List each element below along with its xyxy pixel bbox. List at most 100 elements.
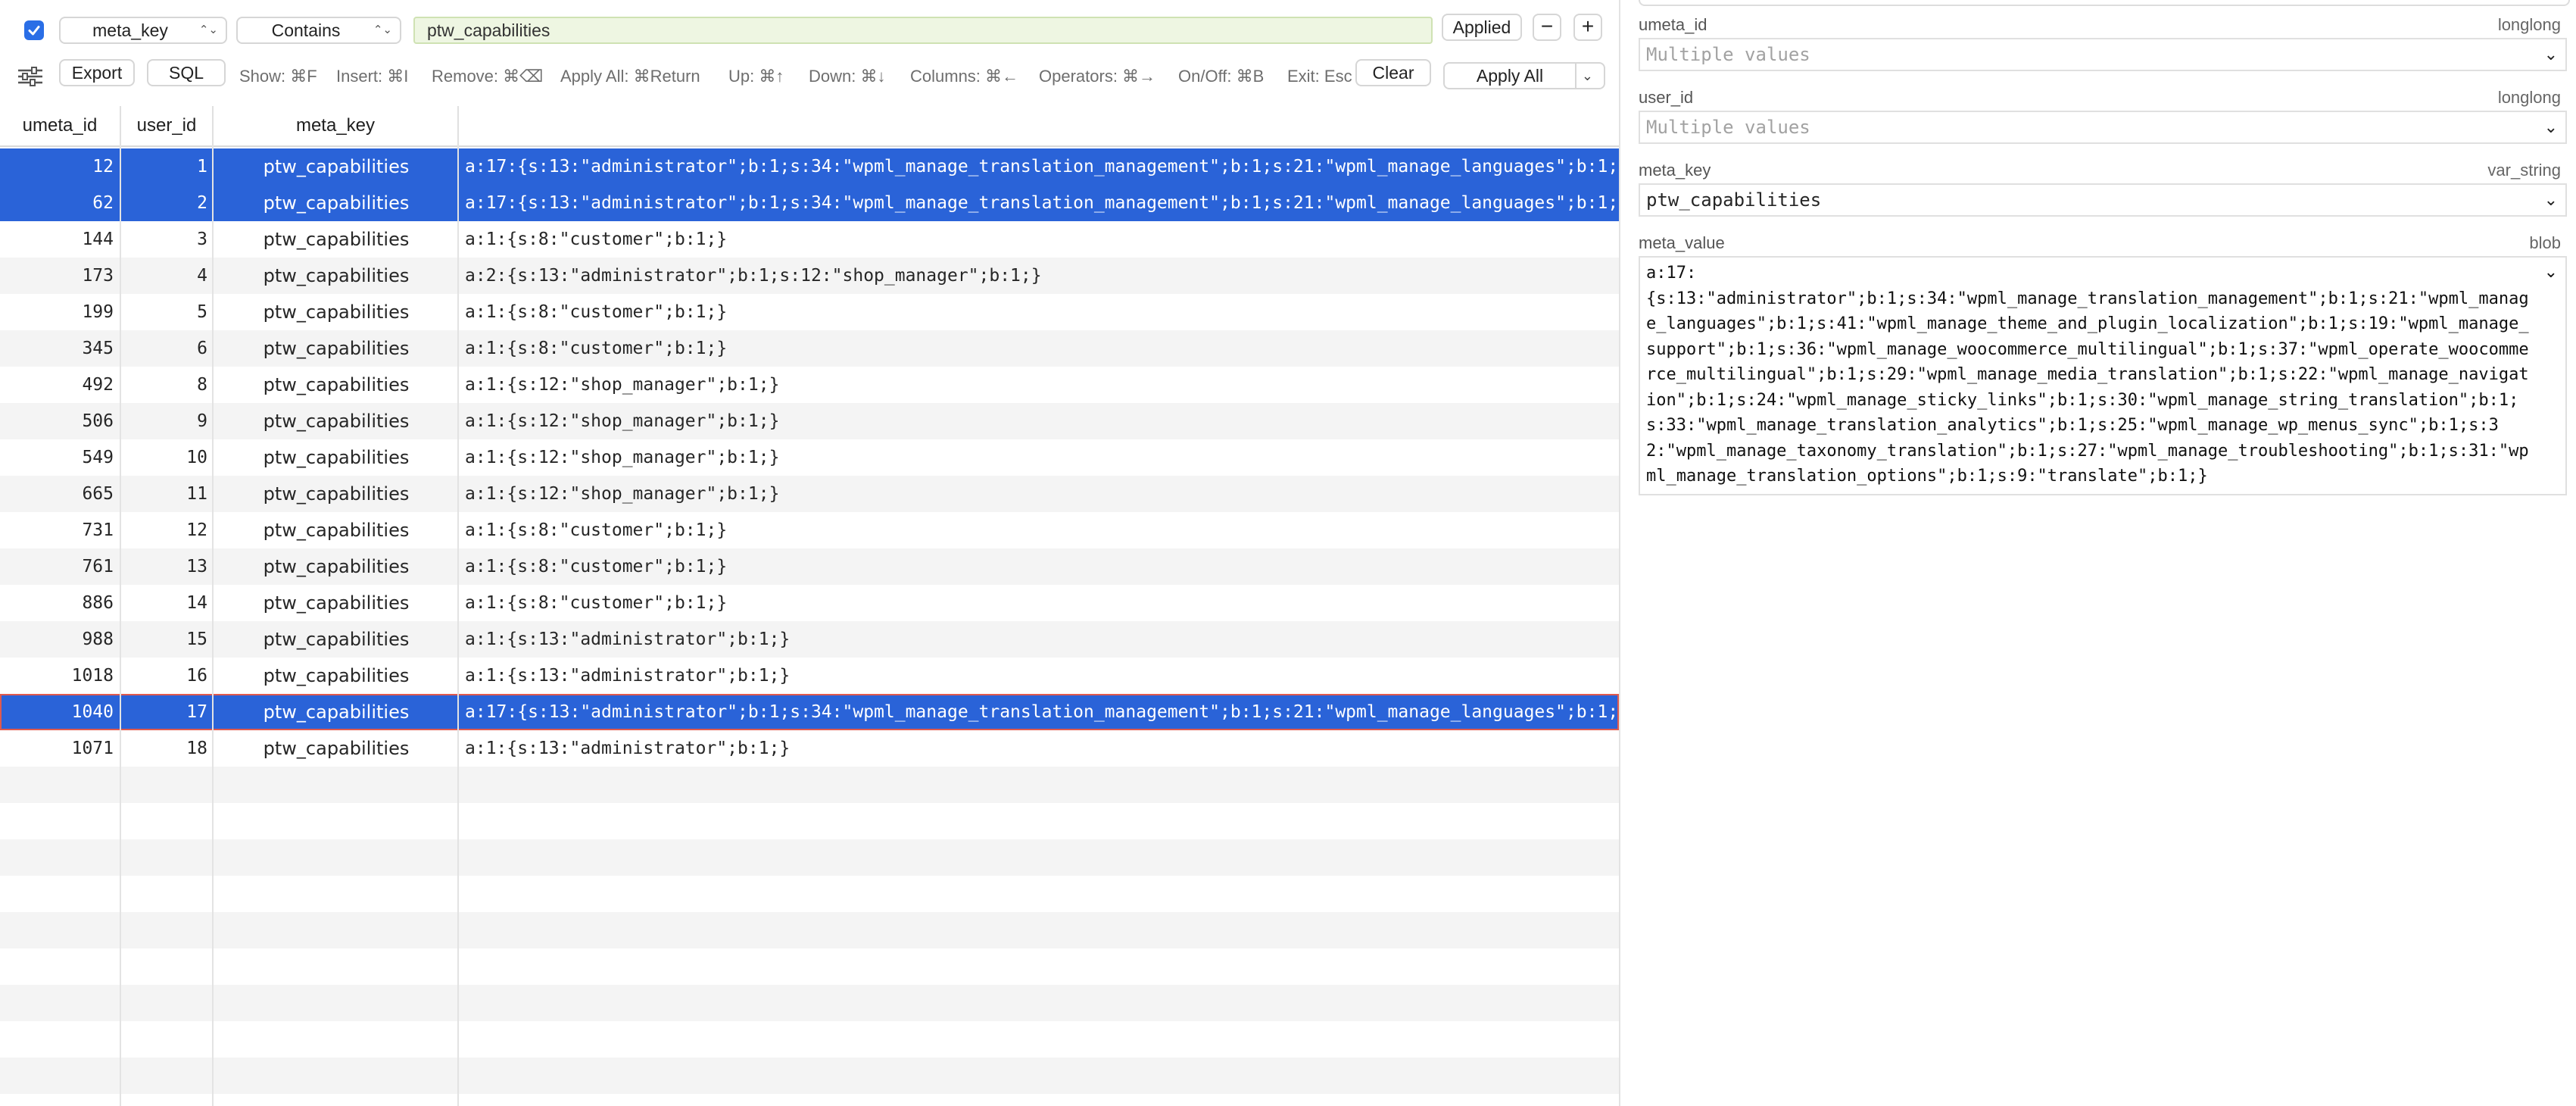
table-row[interactable]: 1018 16 ptw_capabilities a:1:{s:13:"adminis…: [0, 658, 1619, 694]
clear-button[interactable]: Clear: [1355, 59, 1431, 86]
cell-meta-value[interactable]: a:1:{s:12:"shop_manager";b:1;}: [459, 439, 1619, 476]
cell-meta-key[interactable]: ptw_capabilities: [214, 294, 459, 330]
cell-meta-key[interactable]: ptw_capabilities: [214, 512, 459, 548]
cell-user-id[interactable]: 6: [121, 330, 214, 367]
cell-user-id[interactable]: 13: [121, 548, 214, 585]
table-row[interactable]: 1071 18 ptw_capabilities a:1:{s:13:"adminis…: [0, 730, 1619, 767]
cell-meta-value[interactable]: a:1:{s:8:"customer";b:1;}: [459, 294, 1619, 330]
cell-meta-value[interactable]: a:1:{s:8:"customer";b:1;}: [459, 548, 1619, 585]
filter-value-input[interactable]: ptw_capabilities: [413, 17, 1433, 44]
cell-meta-key[interactable]: ptw_capabilities: [214, 730, 459, 767]
cell-umeta-id[interactable]: 731: [0, 512, 121, 548]
meta-value-editor[interactable]: a:17: {s:13:"administrator";b:1;s:34:"wp…: [1639, 256, 2567, 495]
cell-user-id[interactable]: 3: [121, 221, 214, 258]
chevron-down-icon[interactable]: ⌄: [2544, 112, 2558, 142]
chevron-down-icon[interactable]: ⌄: [2544, 185, 2558, 215]
column-header-user-id[interactable]: user_id: [121, 106, 214, 145]
table-row[interactable]: 62 2 ptw_capabilities a:17:{s:13:"administr…: [0, 185, 1619, 221]
cell-meta-value[interactable]: a:2:{s:13:"administrator";b:1;s:12:"shop…: [459, 258, 1619, 294]
cell-umeta-id[interactable]: 1018: [0, 658, 121, 694]
cell-user-id[interactable]: 9: [121, 403, 214, 439]
cell-meta-value[interactable]: a:1:{s:12:"shop_manager";b:1;}: [459, 367, 1619, 403]
cell-meta-key[interactable]: ptw_capabilities: [214, 658, 459, 694]
chevron-down-icon[interactable]: ⌄: [2544, 259, 2558, 285]
chevron-down-icon[interactable]: ⌄: [1582, 64, 1593, 88]
sliders-icon[interactable]: [17, 65, 44, 88]
cell-umeta-id[interactable]: 1040: [0, 694, 121, 730]
cell-meta-key[interactable]: ptw_capabilities: [214, 439, 459, 476]
cell-meta-value[interactable]: a:17:{s:13:"administrator";b:1;s:34:"wpm…: [459, 148, 1619, 185]
cell-user-id[interactable]: 17: [121, 694, 214, 730]
table-row[interactable]: 886 14 ptw_capabilities a:1:{s:8:"customer"…: [0, 585, 1619, 621]
table-row[interactable]: 173 4 ptw_capabilities a:2:{s:13:"administr…: [0, 258, 1619, 294]
applied-button[interactable]: Applied: [1442, 14, 1522, 41]
table-row[interactable]: 665 11 ptw_capabilities a:1:{s:12:"shop_man…: [0, 476, 1619, 512]
cell-umeta-id[interactable]: 62: [0, 185, 121, 221]
remove-filter-button[interactable]: −: [1533, 14, 1561, 41]
cell-meta-value[interactable]: a:1:{s:8:"customer";b:1;}: [459, 221, 1619, 258]
operator-select[interactable]: Contains ⌃⌄: [236, 17, 401, 44]
cell-umeta-id[interactable]: 549: [0, 439, 121, 476]
table-row[interactable]: 12 1 ptw_capabilities a:17:{s:13:"administr…: [0, 148, 1619, 185]
cell-meta-key[interactable]: ptw_capabilities: [214, 694, 459, 730]
field-value-input[interactable]: Multiple values ⌄: [1639, 38, 2567, 71]
cell-meta-key[interactable]: ptw_capabilities: [214, 476, 459, 512]
cell-user-id[interactable]: 10: [121, 439, 214, 476]
export-button[interactable]: Export: [59, 59, 135, 86]
cell-user-id[interactable]: 4: [121, 258, 214, 294]
table-row[interactable]: 988 15 ptw_capabilities a:1:{s:13:"administ…: [0, 621, 1619, 658]
column-header-meta-key[interactable]: meta_key: [214, 106, 459, 145]
cell-user-id[interactable]: 18: [121, 730, 214, 767]
cell-meta-key[interactable]: ptw_capabilities: [214, 258, 459, 294]
apply-all-combo-button[interactable]: Apply All ⌄: [1443, 62, 1605, 89]
table-row[interactable]: 731 12 ptw_capabilities a:1:{s:8:"customer"…: [0, 512, 1619, 548]
cell-user-id[interactable]: 16: [121, 658, 214, 694]
table-row[interactable]: 761 13 ptw_capabilities a:1:{s:8:"customer"…: [0, 548, 1619, 585]
cell-umeta-id[interactable]: 886: [0, 585, 121, 621]
cell-umeta-id[interactable]: 173: [0, 258, 121, 294]
cell-meta-value[interactable]: a:1:{s:8:"customer";b:1;}: [459, 512, 1619, 548]
cell-meta-value[interactable]: a:17:{s:13:"administrator";b:1;s:34:"wpm…: [459, 694, 1619, 730]
cell-umeta-id[interactable]: 199: [0, 294, 121, 330]
cell-meta-value[interactable]: a:1:{s:12:"shop_manager";b:1;}: [459, 476, 1619, 512]
cell-umeta-id[interactable]: 506: [0, 403, 121, 439]
cell-meta-value[interactable]: a:1:{s:8:"customer";b:1;}: [459, 330, 1619, 367]
cell-umeta-id[interactable]: 1071: [0, 730, 121, 767]
table-row[interactable]: 506 9 ptw_capabilities a:1:{s:12:"shop_mana…: [0, 403, 1619, 439]
cell-umeta-id[interactable]: 665: [0, 476, 121, 512]
cell-umeta-id[interactable]: 12: [0, 148, 121, 185]
table-row[interactable]: 492 8 ptw_capabilities a:1:{s:12:"shop_mana…: [0, 367, 1619, 403]
apply-all-button[interactable]: Apply All: [1445, 64, 1576, 88]
cell-meta-key[interactable]: ptw_capabilities: [214, 548, 459, 585]
cell-user-id[interactable]: 1: [121, 148, 214, 185]
cell-umeta-id[interactable]: 761: [0, 548, 121, 585]
cell-user-id[interactable]: 14: [121, 585, 214, 621]
cell-meta-key[interactable]: ptw_capabilities: [214, 367, 459, 403]
cell-meta-key[interactable]: ptw_capabilities: [214, 221, 459, 258]
field-value-input[interactable]: ptw_capabilities ⌄: [1639, 183, 2567, 217]
field-value-input[interactable]: Multiple values ⌄: [1639, 111, 2567, 144]
cell-user-id[interactable]: 8: [121, 367, 214, 403]
cell-umeta-id[interactable]: 492: [0, 367, 121, 403]
sql-button[interactable]: SQL: [147, 59, 226, 86]
table-row[interactable]: 345 6 ptw_capabilities a:1:{s:8:"customer";…: [0, 330, 1619, 367]
cell-meta-key[interactable]: ptw_capabilities: [214, 621, 459, 658]
table-row[interactable]: 144 3 ptw_capabilities a:1:{s:8:"customer";…: [0, 221, 1619, 258]
cell-user-id[interactable]: 5: [121, 294, 214, 330]
cell-user-id[interactable]: 11: [121, 476, 214, 512]
table-row[interactable]: 549 10 ptw_capabilities a:1:{s:12:"shop_man…: [0, 439, 1619, 476]
cell-meta-key[interactable]: ptw_capabilities: [214, 585, 459, 621]
cell-meta-value[interactable]: a:17:{s:13:"administrator";b:1;s:34:"wpm…: [459, 185, 1619, 221]
cell-meta-value[interactable]: a:1:{s:12:"shop_manager";b:1;}: [459, 403, 1619, 439]
cell-umeta-id[interactable]: 988: [0, 621, 121, 658]
cell-meta-key[interactable]: ptw_capabilities: [214, 330, 459, 367]
column-select[interactable]: meta_key ⌃⌄: [59, 17, 227, 44]
cell-user-id[interactable]: 2: [121, 185, 214, 221]
table-row[interactable]: 199 5 ptw_capabilities a:1:{s:8:"customer";…: [0, 294, 1619, 330]
cell-meta-value[interactable]: a:1:{s:13:"administrator";b:1;}: [459, 621, 1619, 658]
filter-enabled-checkbox[interactable]: [24, 20, 44, 40]
column-header-umeta-id[interactable]: umeta_id: [0, 106, 121, 145]
chevron-down-icon[interactable]: ⌄: [2544, 39, 2558, 70]
cell-umeta-id[interactable]: 345: [0, 330, 121, 367]
cell-meta-value[interactable]: a:1:{s:8:"customer";b:1;}: [459, 585, 1619, 621]
